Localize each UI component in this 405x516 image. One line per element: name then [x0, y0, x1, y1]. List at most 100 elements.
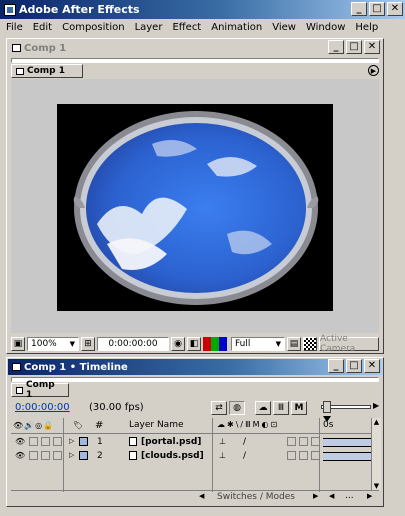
quality-switch-icon[interactable]: / [243, 437, 246, 447]
switches-icons: ☁✱\/ⅢM◐⊡ [217, 420, 280, 429]
column-divider[interactable] [319, 418, 320, 492]
resolution-select[interactable]: Full ▼ [231, 337, 285, 351]
close-button[interactable]: ✕ [387, 2, 403, 16]
camera-value: Active Camera [320, 334, 356, 354]
live-update-icon[interactable]: ⇄ [211, 401, 227, 415]
col-layer-name[interactable]: Layer Name [129, 420, 184, 430]
audio-toggle[interactable] [29, 437, 38, 446]
collapse-switch-icon[interactable]: ⊥ [219, 451, 226, 460]
timeline-title: Comp 1 • Timeline [24, 361, 128, 373]
tab-comp-1[interactable]: Comp 1 [11, 64, 83, 78]
solo-toggle[interactable] [41, 451, 50, 460]
menu-layer[interactable]: Layer [135, 22, 163, 33]
timeline-bottom-bar: ◀ Switches / Modes ▶ ◀ ... ▶ [11, 490, 379, 503]
layer-duration-bar[interactable] [323, 438, 375, 447]
timeline-vertical-scrollbar[interactable]: ▲ ▼ [371, 418, 381, 490]
video-eye-icon[interactable]: 👁 [15, 451, 25, 460]
layer-name[interactable]: [portal.psd] [141, 437, 201, 447]
timeline-maximize-button[interactable]: □ [346, 359, 362, 373]
scroll-up-arrow-icon[interactable]: ▲ [372, 418, 381, 426]
comp-maximize-button[interactable]: □ [346, 40, 362, 54]
menu-bar: File Edit Composition Layer Effect Anima… [0, 19, 405, 36]
column-divider[interactable] [63, 418, 64, 492]
roi-icon[interactable]: ▤ [287, 337, 301, 351]
layer-source-icon [129, 451, 137, 460]
audio-toggle[interactable] [29, 451, 38, 460]
label-color-swatch[interactable] [79, 451, 88, 460]
panel-menu-arrow-icon[interactable]: ▶ [368, 65, 379, 76]
zoom-select[interactable]: 100% ▼ [27, 337, 79, 351]
menu-effect[interactable]: Effect [172, 22, 201, 33]
collapse-switch-icon[interactable]: ⊥ [219, 437, 226, 446]
timeline-icon [12, 363, 21, 371]
scroll-right-arrow-icon[interactable]: ▶ [367, 492, 372, 500]
timeline-close-button[interactable]: ✕ [364, 359, 380, 373]
menu-animation[interactable]: Animation [211, 22, 262, 33]
layer-row[interactable]: 👁 ▷ 2 [clouds.psd] ⊥ / [13, 450, 375, 464]
expand-arrow-icon[interactable]: ▷ [69, 437, 74, 445]
label-color-swatch[interactable] [79, 437, 88, 446]
menu-help[interactable]: Help [355, 22, 378, 33]
scroll-left-arrow-icon[interactable]: ◀ [199, 492, 204, 500]
safe-zones-icon[interactable]: ⊞ [81, 337, 95, 351]
scroll-right-arrow-icon[interactable]: ▶ [373, 401, 379, 410]
col-number: # [95, 420, 104, 431]
camera-select[interactable]: Active Camera [319, 334, 379, 354]
shy-layers-icon[interactable]: ☁ [255, 401, 271, 415]
timeline-scroll-dots: ... [345, 491, 354, 501]
adjustment-toggle[interactable] [299, 451, 308, 460]
timeline-minimize-button[interactable]: _ [328, 359, 344, 373]
layer-duration-bar[interactable] [323, 452, 375, 461]
app-title-bar: Adobe After Effects _ □ ✕ [0, 0, 405, 19]
show-channel-icon[interactable]: ◧ [187, 337, 201, 351]
current-time-indicator-icon[interactable] [323, 416, 331, 422]
timecode-display[interactable]: 0:00:00:00 [97, 337, 169, 351]
adjustment-toggle[interactable] [299, 437, 308, 446]
menu-composition[interactable]: Composition [62, 22, 124, 33]
scroll-left-arrow-icon[interactable]: ◀ [329, 492, 334, 500]
timeline-timecode[interactable]: 0:00:00:00 [15, 402, 70, 413]
switches-modes-toggle[interactable]: Switches / Modes [217, 492, 295, 502]
video-eye-icon[interactable]: 👁 [15, 437, 25, 446]
minimize-button[interactable]: _ [351, 2, 367, 16]
menu-edit[interactable]: Edit [33, 22, 52, 33]
menu-view[interactable]: View [272, 22, 296, 33]
channel-colors-icon[interactable] [203, 337, 227, 351]
maximize-button[interactable]: □ [369, 2, 385, 16]
effects-toggle[interactable] [287, 437, 296, 446]
layer-source-icon [129, 437, 137, 446]
snapshot-icon[interactable]: ◉ [171, 337, 185, 351]
frame-blending-icon[interactable]: Ⅲ [273, 401, 289, 415]
solo-toggle[interactable] [41, 437, 50, 446]
menu-file[interactable]: File [6, 22, 23, 33]
effects-toggle[interactable] [287, 451, 296, 460]
resolution-value: Full [235, 339, 251, 349]
comp-minimize-button[interactable]: _ [328, 40, 344, 54]
draft-3d-icon[interactable]: ◍ [229, 401, 245, 415]
comp-window: Comp 1 _ □ ✕ Comp 1 ▶ ▣ 100% ▼ ⊞ 0:00:00… [6, 38, 384, 354]
scroll-right-arrow-icon[interactable]: ▶ [313, 492, 318, 500]
lock-toggle[interactable] [53, 451, 62, 460]
comp-viewer[interactable] [11, 79, 379, 333]
layer-number: 2 [97, 451, 103, 461]
menu-window[interactable]: Window [306, 22, 345, 33]
scroll-down-arrow-icon[interactable]: ▼ [372, 482, 381, 490]
quality-switch-icon[interactable]: / [243, 451, 246, 461]
layer-name[interactable]: [clouds.psd] [141, 451, 204, 461]
tab-label: Comp 1 [27, 66, 66, 76]
composition-icon [16, 67, 24, 75]
comp-timecode: 0:00:00:00 [108, 339, 158, 349]
motion-blur-icon[interactable]: M [291, 401, 307, 415]
comp-window-title: Comp 1 [24, 42, 67, 54]
comp-close-button[interactable]: ✕ [364, 40, 380, 54]
layer-row[interactable]: 👁 ▷ 1 [portal.psd] ⊥ / [13, 436, 375, 450]
after-effects-icon [4, 3, 16, 16]
zoom-slider-thumb-icon[interactable] [323, 401, 331, 413]
column-divider[interactable] [212, 418, 213, 492]
expand-arrow-icon[interactable]: ▷ [69, 451, 74, 459]
timeline-column-headers: 👁🔊◎🔒 🏷 # Layer Name ☁✱\/ⅢM◐⊡ 0s [11, 416, 379, 434]
transparency-grid-icon[interactable] [303, 337, 317, 351]
region-icon[interactable]: ▣ [11, 337, 25, 351]
timeline-tab-comp-1[interactable]: Comp 1 [11, 380, 69, 400]
lock-toggle[interactable] [53, 437, 62, 446]
